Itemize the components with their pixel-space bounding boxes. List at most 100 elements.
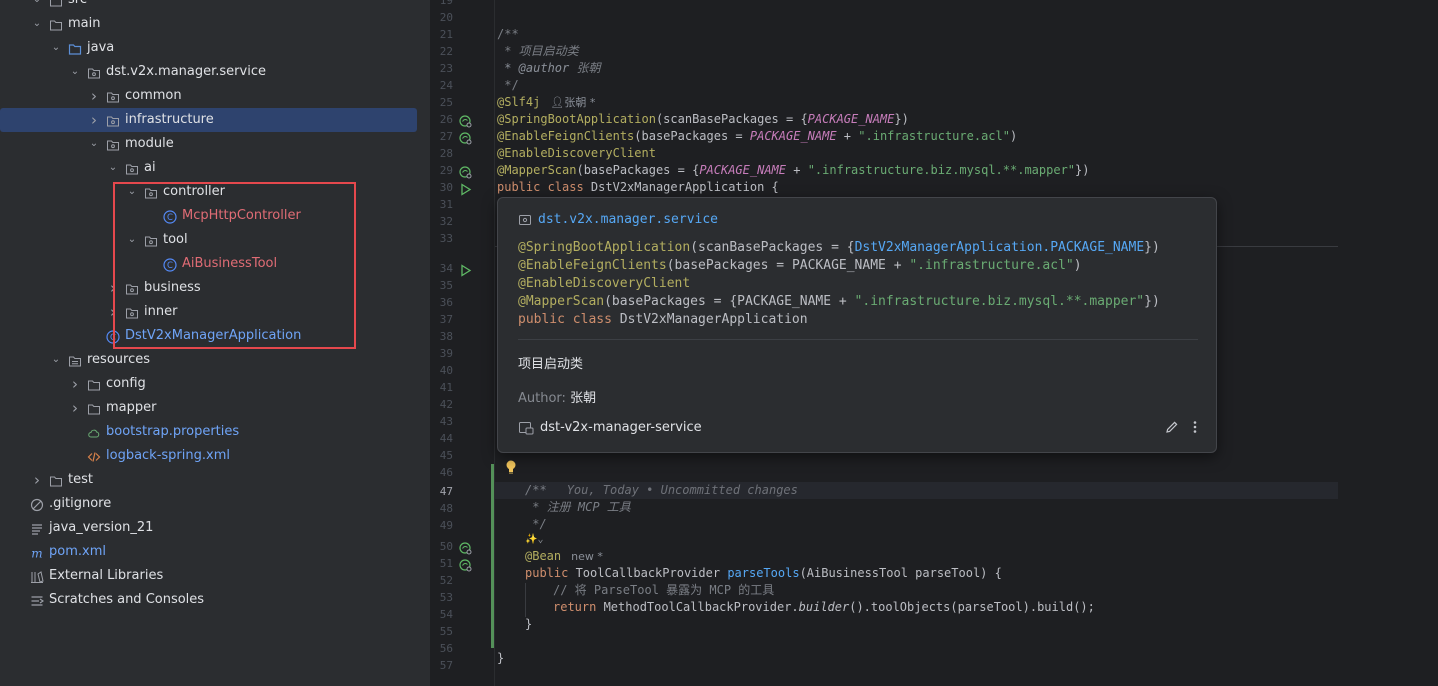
chevron-down-icon[interactable]: ⌄	[50, 36, 62, 60]
line-number[interactable]: 45	[431, 447, 453, 464]
line-number[interactable]: 47	[431, 483, 453, 500]
code-line-30[interactable]: public class DstV2xManagerApplication {	[497, 179, 779, 196]
line-number[interactable]: 30	[431, 179, 453, 196]
chevron-down-icon[interactable]: ⌄	[88, 132, 100, 156]
tree-item-dst-v2x-manager-service[interactable]: ⌄ dst.v2x.manager.service	[0, 60, 430, 84]
line-number[interactable]: 21	[431, 26, 453, 43]
line-number[interactable]: 42	[431, 396, 453, 413]
line-number[interactable]: 24	[431, 77, 453, 94]
code-line-27[interactable]: @EnableFeignClients(basePackages = PACKA…	[497, 128, 1017, 145]
line-number[interactable]: 22	[431, 43, 453, 60]
quick-documentation-popup[interactable]: dst.v2x.manager.service @SpringBootAppli…	[497, 197, 1217, 453]
code-line-51[interactable]: public ToolCallbackProvider parseTools(A…	[525, 565, 1002, 582]
chevron-down-icon[interactable]: ⌄	[31, 0, 43, 12]
chevron-down-icon[interactable]: ⌄	[69, 60, 81, 84]
vcs-change-marker[interactable]	[491, 464, 494, 648]
doc-link[interactable]: DstV2xManagerApplication.PACKAGE_NAME	[855, 240, 1145, 255]
code-line-52[interactable]: // 将 ParseTool 暴露为 MCP 的工具	[553, 582, 774, 599]
line-number[interactable]: 38	[431, 328, 453, 345]
code-line-21[interactable]: /**	[497, 26, 519, 43]
code-line-47[interactable]: /** You, Today • Uncommitted changes	[525, 482, 798, 499]
line-number[interactable]: 49	[431, 517, 453, 534]
line-number[interactable]: 56	[431, 640, 453, 657]
line-number[interactable]: 29	[431, 162, 453, 179]
code-line-24[interactable]: */	[497, 77, 518, 94]
code-line-28[interactable]: @EnableDiscoveryClient	[497, 145, 656, 162]
tree-item-src[interactable]: ⌄ src	[0, 0, 430, 12]
lightbulb-icon[interactable]	[504, 459, 518, 475]
tree-item-pom-xml[interactable]: m pom.xml	[0, 540, 430, 564]
line-number[interactable]: 53	[431, 589, 453, 606]
line-number[interactable]: 44	[431, 430, 453, 447]
chevron-down-icon[interactable]: ⌄	[107, 156, 119, 180]
line-number[interactable]: 36	[431, 294, 453, 311]
code-line-29[interactable]: @MapperScan(basePackages = {PACKAGE_NAME…	[497, 162, 1089, 179]
author-inlay-hint[interactable]: new *	[571, 550, 603, 563]
run-icon[interactable]	[459, 262, 472, 277]
line-number[interactable]: 52	[431, 572, 453, 589]
bean-icon[interactable]	[459, 557, 472, 572]
chevron-down-icon[interactable]: ⌄	[50, 348, 62, 372]
line-number[interactable]: 57	[431, 657, 453, 674]
line-number[interactable]: 35	[431, 277, 453, 294]
tree-item-java[interactable]: ⌄ java	[0, 36, 430, 60]
line-number[interactable]: 55	[431, 623, 453, 640]
tree-item-logback-spring-xml[interactable]: logback-spring.xml	[0, 444, 430, 468]
chevron-right-icon[interactable]: ›	[88, 84, 100, 108]
tree-item-bootstrap-properties[interactable]: bootstrap.properties	[0, 420, 430, 444]
line-number[interactable]: 27	[431, 128, 453, 145]
edit-icon[interactable]	[1164, 419, 1180, 435]
doc-package-link[interactable]: dst.v2x.manager.service	[538, 211, 718, 229]
tree-item-common[interactable]: › common	[0, 84, 430, 108]
line-number[interactable]: 54	[431, 606, 453, 623]
tree-item-mapper[interactable]: › mapper	[0, 396, 430, 420]
line-number[interactable]: 23	[431, 60, 453, 77]
line-number[interactable]: 25	[431, 94, 453, 111]
code-line-23[interactable]: * @author 张朝	[497, 60, 600, 77]
line-number[interactable]: 20	[431, 9, 453, 26]
code-line-22[interactable]: * 项目启动类	[497, 43, 578, 60]
tree-item-external-libraries[interactable]: External Libraries	[0, 564, 430, 588]
chevron-right-icon[interactable]: ›	[69, 396, 81, 420]
line-number[interactable]: 28	[431, 145, 453, 162]
tree-item-java-version-21[interactable]: java_version_21	[0, 516, 430, 540]
bean-icon[interactable]	[459, 130, 472, 145]
code-line-53[interactable]: return MethodToolCallbackProvider.builde…	[553, 599, 1095, 616]
tree-item-test[interactable]: › test	[0, 468, 430, 492]
code-line-25[interactable]: @Slf4j 👤︎张朝 *	[497, 94, 595, 111]
tree-item-main[interactable]: ⌄ main	[0, 12, 430, 36]
code-line-54[interactable]: }	[525, 616, 532, 633]
line-number[interactable]: 37	[431, 311, 453, 328]
chevron-down-icon[interactable]: ⌄	[31, 12, 43, 36]
git-blame-inlay[interactable]: You, Today • Uncommitted changes	[567, 483, 798, 497]
line-number[interactable]: 33	[431, 230, 453, 247]
code-line-50[interactable]: @Bean new *	[525, 548, 603, 565]
code-line-48[interactable]: * 注册 MCP 工具	[525, 499, 631, 516]
chevron-right-icon[interactable]: ›	[69, 372, 81, 396]
tree-item-module[interactable]: ⌄ module	[0, 132, 430, 156]
tree-item-config[interactable]: › config	[0, 372, 430, 396]
bean-icon[interactable]	[459, 164, 472, 179]
line-number[interactable]: 41	[431, 379, 453, 396]
tree-item-infrastructure[interactable]: › infrastructure	[0, 108, 417, 132]
author-inlay-hint[interactable]: 👤︎张朝 *	[550, 96, 595, 109]
line-number[interactable]: 19	[431, 0, 453, 9]
run-icon[interactable]	[459, 181, 472, 196]
line-number[interactable]: 48	[431, 500, 453, 517]
line-number[interactable]: 43	[431, 413, 453, 430]
bean-icon[interactable]	[459, 540, 472, 555]
code-line-26[interactable]: @SpringBootApplication(scanBasePackages …	[497, 111, 909, 128]
more-options-icon[interactable]	[1190, 419, 1200, 435]
tree-item-resources[interactable]: ⌄ resources	[0, 348, 430, 372]
line-number[interactable]: 40	[431, 362, 453, 379]
line-number[interactable]: 31	[431, 196, 453, 213]
line-number[interactable]: 46	[431, 464, 453, 481]
code-line-56[interactable]: }	[497, 650, 504, 667]
chevron-right-icon[interactable]: ›	[31, 468, 43, 492]
line-number[interactable]: 39	[431, 345, 453, 362]
chevron-right-icon[interactable]: ›	[88, 108, 100, 132]
line-number[interactable]: 34	[431, 260, 453, 277]
line-number[interactable]: 51	[431, 555, 453, 572]
bean-icon[interactable]	[459, 113, 472, 128]
tree-item--gitignore[interactable]: .gitignore	[0, 492, 430, 516]
